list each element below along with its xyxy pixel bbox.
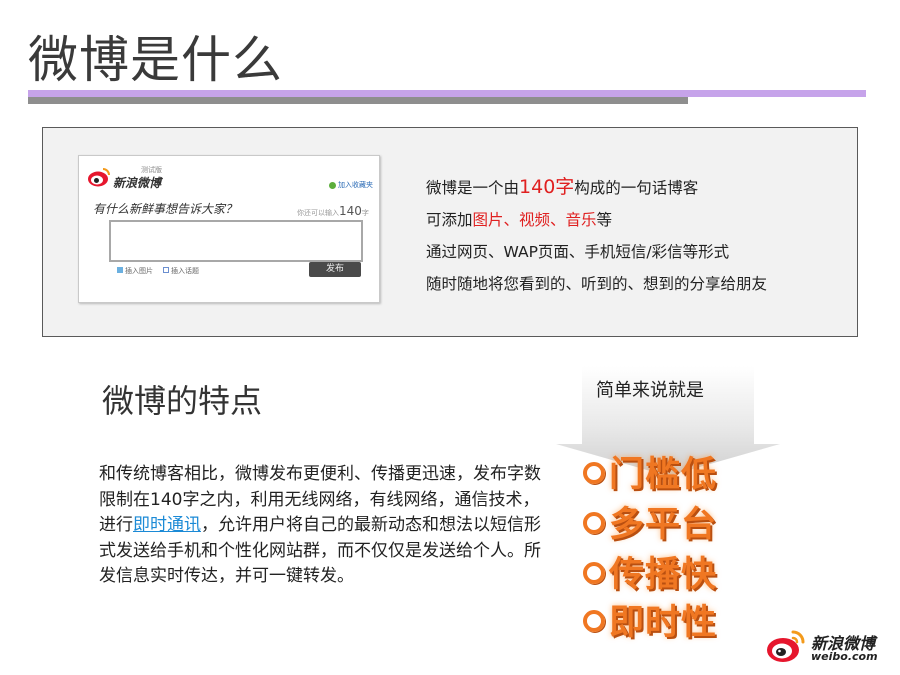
- insert-topic-label: 插入话题: [171, 267, 199, 275]
- desc-line-2-b: 等: [596, 211, 613, 229]
- add-favorite-link[interactable]: 加入收藏夹: [329, 180, 373, 190]
- post-textarea[interactable]: [109, 220, 363, 262]
- feature-label: 门槛低: [609, 455, 718, 495]
- feature-label: 传播快: [609, 555, 718, 595]
- insert-image-label: 插入图片: [125, 267, 153, 275]
- image-icon: [117, 267, 123, 273]
- desc-line-4: 随时随地将您看到的、听到的、想到的分享给朋友: [426, 275, 768, 293]
- weibo-logo-icon: [767, 630, 805, 662]
- title-underline-accent: [28, 90, 866, 97]
- callout-text: 简单来说就是: [596, 380, 704, 401]
- char-counter: 你还可以输入140字: [297, 204, 369, 218]
- counter-suffix: 字: [361, 209, 369, 217]
- desc-line-1: 微博是一个由140字构成的一句话博客: [426, 171, 767, 204]
- weibo-composer-screenshot: 测试版 新浪微博 加入收藏夹 有什么新鲜事想告诉大家？ 你还可以输入140字 插…: [78, 155, 380, 303]
- insert-image-button[interactable]: 插入图片: [117, 266, 153, 276]
- desc-line-1-highlight: 140字: [519, 176, 575, 198]
- feature-label: 即时性: [609, 603, 718, 643]
- feature-item: 多平台: [583, 496, 717, 547]
- instant-messaging-link[interactable]: 即时通讯: [133, 515, 201, 535]
- desc-line-2-highlight: 图片、视频、音乐: [472, 211, 597, 229]
- desc-line-2: 可添加图片、视频、音乐等: [426, 204, 767, 236]
- insert-topic-button[interactable]: 插入话题: [163, 266, 199, 276]
- favorite-label: 加入收藏夹: [338, 181, 373, 189]
- title-underline-dark: [28, 97, 688, 104]
- bullet-circle-icon: [583, 610, 605, 632]
- intro-panel: 测试版 新浪微博 加入收藏夹 有什么新鲜事想告诉大家？ 你还可以输入140字 插…: [42, 127, 858, 337]
- bullet-circle-icon: [583, 562, 605, 584]
- bullet-circle-icon: [583, 462, 605, 484]
- topic-icon: [163, 267, 169, 273]
- slide-title: 微博是什么: [28, 31, 283, 89]
- weibo-description: 微博是一个由140字构成的一句话博客 可添加图片、视频、音乐等 通过网页、WAP…: [426, 171, 767, 300]
- feature-item: 即时性: [583, 594, 717, 645]
- features-paragraph: 和传统博客相比，微博发布更便利、传播更迅速，发布字数限制在140字之内，利用无线…: [99, 462, 545, 590]
- features-heading: 微博的特点: [102, 382, 263, 420]
- feature-label: 多平台: [609, 505, 718, 545]
- feature-item: 传播快: [583, 546, 717, 597]
- feature-item: 门槛低: [583, 446, 717, 497]
- desc-line-3: 通过网页、WAP页面、手机短信/彩信等形式: [426, 243, 730, 261]
- desc-line-1-b: 构成的一句话博客: [574, 179, 699, 197]
- counter-prefix: 你还可以输入: [297, 209, 339, 217]
- favorite-icon: [329, 181, 336, 189]
- composer-prompt: 有什么新鲜事想告诉大家？: [93, 202, 238, 216]
- desc-line-2-a: 可添加: [426, 211, 473, 229]
- composer-brand: 新浪微博: [113, 176, 162, 190]
- weibo-eye-logo-icon: [88, 168, 110, 187]
- footer-domain: weibo.com: [811, 650, 878, 663]
- publish-button[interactable]: 发布: [309, 262, 361, 277]
- bullet-circle-icon: [583, 512, 605, 534]
- counter-value: 140: [339, 204, 362, 218]
- desc-line-1-a: 微博是一个由: [426, 179, 520, 197]
